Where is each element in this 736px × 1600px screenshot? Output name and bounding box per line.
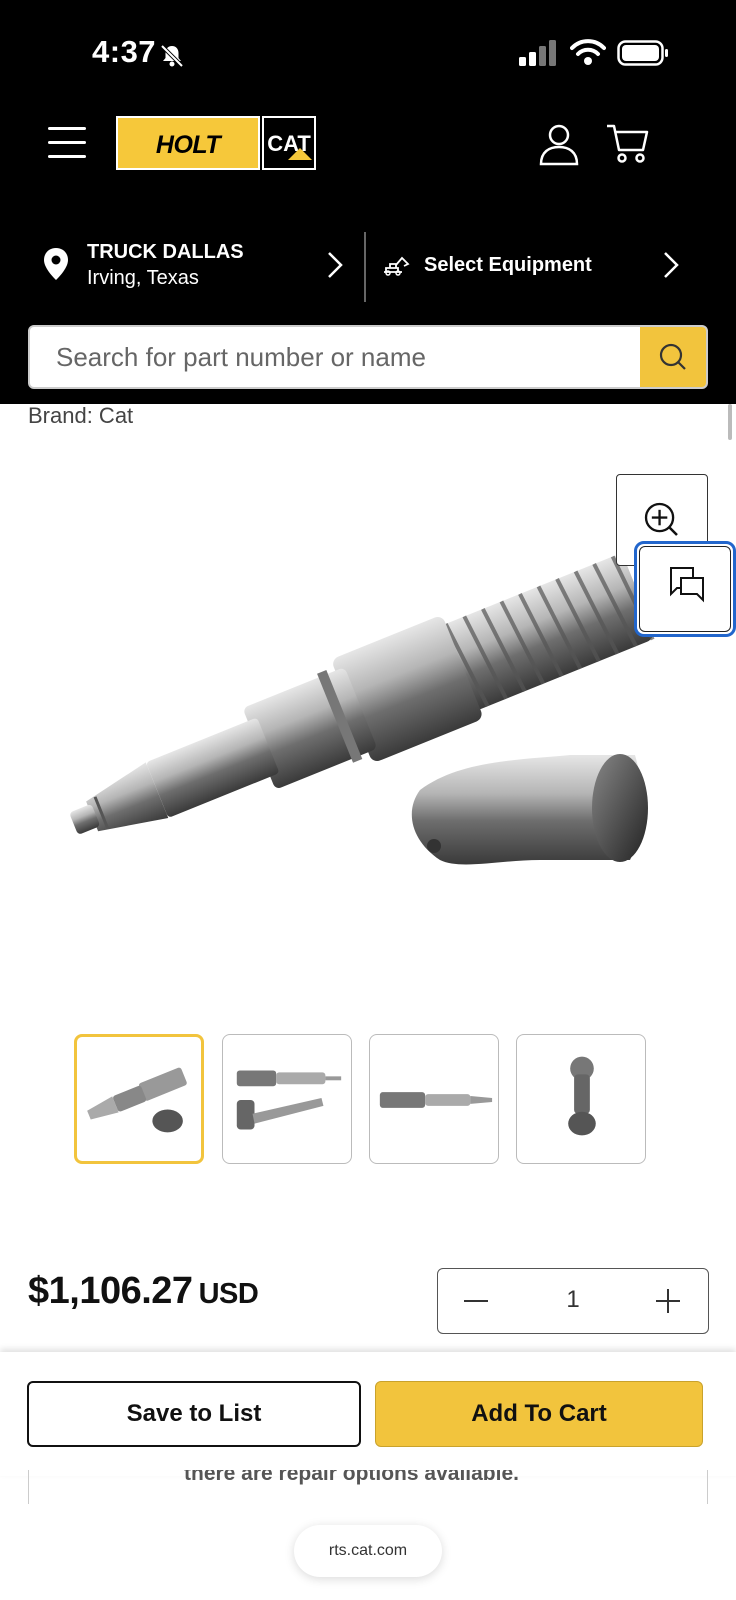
bell-muted-icon <box>160 44 184 68</box>
add-to-cart-button[interactable]: Add To Cart <box>375 1381 703 1447</box>
price-currency: USD <box>198 1278 259 1310</box>
store-location-selector[interactable]: TRUCK DALLAS Irving, Texas <box>44 236 344 296</box>
feedback-chat-button[interactable] <box>634 541 736 637</box>
wifi-icon <box>570 39 606 65</box>
thumbnail-3[interactable] <box>369 1034 499 1164</box>
thumbnail-image <box>236 1070 342 1130</box>
chevron-right-icon <box>328 252 343 278</box>
browser-url-bar[interactable]: rts.cat.com <box>294 1525 442 1577</box>
search-bar <box>28 325 708 389</box>
search-icon <box>659 343 686 370</box>
thumbnail-1[interactable] <box>74 1034 204 1164</box>
repair-options-text: there are repair options available. <box>28 1470 708 1504</box>
status-time: 4:37 <box>92 34 157 69</box>
header-divider <box>364 232 366 302</box>
save-to-list-button[interactable]: Save to List <box>27 1381 361 1447</box>
thumbnail-image <box>568 1056 596 1136</box>
select-equipment-label: Select Equipment <box>424 254 592 276</box>
location-pin-icon <box>44 248 68 280</box>
cell-signal-icon <box>519 40 556 66</box>
cat-logo-mark: CAT <box>262 116 316 170</box>
holt-logo-mark: HOLT <box>116 116 260 170</box>
select-equipment-button[interactable]: Select Equipment <box>382 236 682 296</box>
thumbnail-image <box>87 1067 187 1133</box>
search-input[interactable] <box>30 327 642 387</box>
user-account-icon[interactable] <box>537 122 581 166</box>
cart-icon[interactable] <box>605 122 651 166</box>
page-scrollbar[interactable] <box>728 404 732 440</box>
status-bar: 4:37 <box>0 0 736 100</box>
hamburger-menu-button[interactable] <box>48 125 86 159</box>
quantity-value[interactable]: 1 <box>538 1286 608 1314</box>
decrease-quantity-button[interactable] <box>452 1277 502 1325</box>
product-price: $1,106.27 USD <box>28 1270 259 1313</box>
chat-bubbles-icon <box>670 567 704 603</box>
chevron-right-icon <box>664 252 679 278</box>
product-brand: Brand: Cat <box>28 403 134 428</box>
store-name: TRUCK DALLAS <box>87 241 244 263</box>
store-city: Irving, Texas <box>87 267 199 289</box>
increase-quantity-button[interactable] <box>644 1277 694 1325</box>
thumbnail-4[interactable] <box>516 1034 646 1164</box>
price-amount: $1,106.27 <box>28 1270 193 1312</box>
thumbnail-image <box>379 1092 493 1108</box>
product-image <box>70 555 655 865</box>
battery-icon <box>617 40 668 66</box>
excavator-icon <box>384 256 410 276</box>
quantity-stepper: 1 <box>437 1268 709 1334</box>
site-header: 4:37 HOLT CAT TRUCK DALLAS Irving, Texas… <box>0 0 736 404</box>
thumbnail-2[interactable] <box>222 1034 352 1164</box>
holt-cat-logo[interactable]: HOLT CAT <box>116 116 316 170</box>
search-button[interactable] <box>640 327 706 387</box>
